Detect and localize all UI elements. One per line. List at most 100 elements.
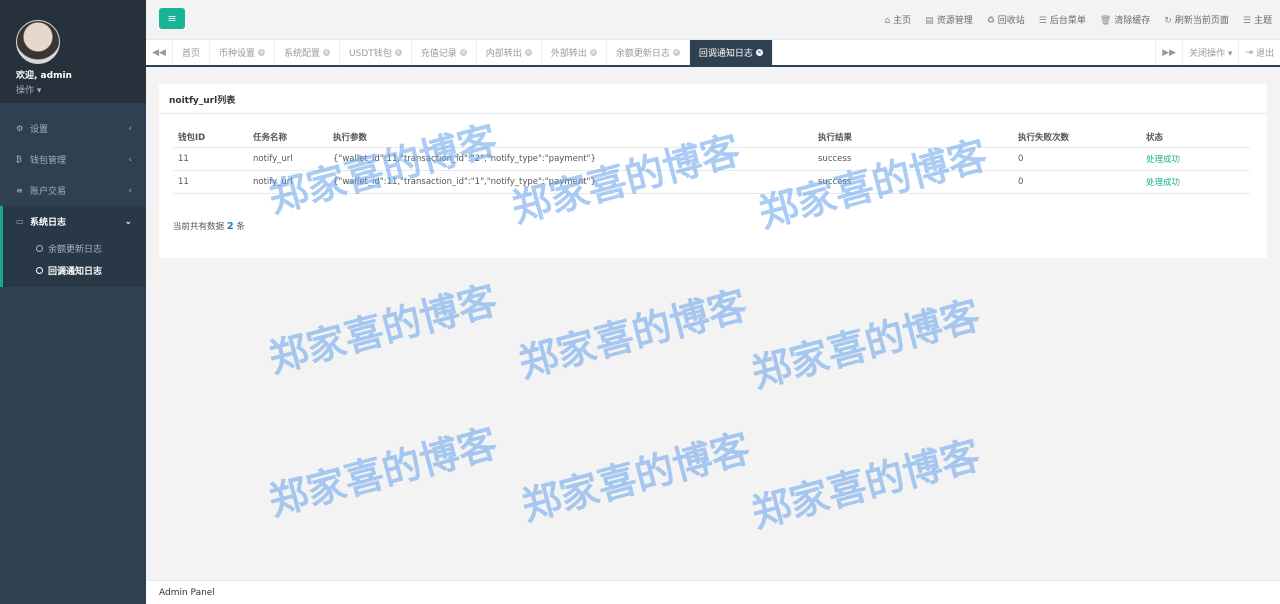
sidebar-toggle-button[interactable]: ≡ — [159, 8, 185, 29]
close-icon[interactable]: × — [258, 49, 266, 56]
tab-label: 系统配置 — [284, 49, 321, 59]
sidebar-subitem-notify-log[interactable]: 回调通知日志 — [3, 259, 146, 281]
cell-status: 处理成功 — [1141, 147, 1250, 171]
tab-label: 余额更新日志 — [615, 49, 670, 59]
trash-icon: 🗑 — [1099, 16, 1112, 26]
forward-icon: ▶▶ — [1162, 47, 1177, 58]
list-icon: ☰ — [1038, 16, 1047, 26]
tab-bar: ◀◀ 首页 币种设置 × 系统配置 × USDT钱包 × 充值记录 × 内部转出 × 外部… — [146, 40, 1280, 67]
link-label: 回收站 — [997, 16, 1025, 26]
tab-recharge[interactable]: 充值记录 × — [412, 40, 477, 65]
chevron-down-icon: ⌄ — [124, 216, 132, 227]
sidebar-item-label: 系统日志 — [30, 218, 67, 228]
link-label: 清除缓存 — [1114, 16, 1151, 26]
total-count-text: 当前共有数据 2 条 — [173, 220, 245, 232]
tab-scroll-right-button[interactable]: ▶▶ — [1155, 40, 1182, 65]
col-header-result[interactable]: 执行结果 — [813, 127, 1013, 148]
link-label: 主题 — [1253, 16, 1272, 26]
tab-usdt-wallet[interactable]: USDT钱包 × — [340, 40, 412, 65]
panel-title: noitfy_url列表 — [159, 84, 1267, 114]
sidebar-item-system-log[interactable]: ▭ 系统日志 ⌄ — [3, 206, 146, 237]
theme-icon: ☰ — [1242, 16, 1251, 26]
close-icon[interactable]: × — [524, 49, 532, 56]
sidebar-subitem-label: 回调通知日志 — [48, 266, 103, 277]
total-suffix: 条 — [236, 222, 245, 232]
chevron-left-icon: ‹ — [128, 123, 132, 134]
col-header-fail-count[interactable]: 执行失败次数 — [1013, 127, 1141, 148]
watermark: 郑家喜的博客 — [264, 421, 503, 526]
recycle-link[interactable]: ♻ 回收站 — [987, 13, 1025, 26]
home-icon: ⌂ — [884, 16, 891, 26]
cell-result: success — [813, 147, 1013, 171]
sidebar-item-label: 账户交易 — [30, 187, 67, 197]
avatar[interactable] — [16, 20, 60, 64]
close-ops-dropdown[interactable]: 关闭操作 ▾ — [1182, 40, 1238, 65]
tab-balance-log[interactable]: 余额更新日志 × — [607, 40, 690, 65]
sidebar-item-settings[interactable]: ⚙ 设置 ‹ — [0, 113, 146, 144]
logout-button[interactable]: ⇥ 退出 — [1238, 40, 1280, 65]
refresh-page-link[interactable]: ↻ 刷新当前页面 — [1164, 13, 1229, 26]
cell-task-name: notify_url — [248, 147, 328, 171]
cell-result: success — [813, 170, 1013, 194]
profile-area: 欢迎, admin 操作 ▾ — [0, 0, 146, 103]
desktop-icon: ▭ — [16, 217, 24, 226]
tab-system-config[interactable]: 系统配置 × — [275, 40, 341, 65]
cell-params: {"wallet_id":11,"transaction_id":"2","no… — [328, 147, 813, 171]
list-icon: ≡ — [16, 186, 23, 195]
close-icon[interactable]: × — [589, 49, 597, 56]
close-icon[interactable]: × — [755, 49, 763, 56]
backward-icon: ◀◀ — [152, 47, 166, 58]
close-icon[interactable]: × — [672, 49, 680, 56]
sidebar-subitem-balance-log[interactable]: 余额更新日志 — [3, 237, 146, 259]
cell-task-name: notify_url — [248, 170, 328, 194]
col-header-task-name[interactable]: 任务名称 — [248, 127, 328, 148]
link-label: 主页 — [893, 16, 912, 26]
table-row[interactable]: 11 notify_url {"wallet_id":11,"transacti… — [173, 147, 1250, 171]
sidebar-item-transactions[interactable]: ≡ 账户交易 ‹ — [0, 175, 146, 206]
col-header-params[interactable]: 执行参数 — [328, 127, 813, 148]
bitcoin-icon: ₿ — [16, 155, 22, 164]
col-header-status[interactable]: 状态 — [1141, 127, 1250, 148]
circle-icon — [36, 266, 43, 274]
close-icon[interactable]: × — [394, 49, 402, 56]
sign-out-icon: ⇥ — [1245, 47, 1253, 58]
tab-label: USDT钱包 — [349, 49, 392, 59]
cell-fail-count: 0 — [1013, 170, 1141, 194]
tab-label: 内部转出 — [485, 49, 522, 59]
recycle-icon: ♻ — [986, 16, 995, 26]
sidebar-menu: ⚙ 设置 ‹ ₿ 钱包管理 ‹ ≡ 账户交易 ‹ ▭ 系统日志 ⌄ 余额更新日志 — [0, 113, 146, 287]
tab-coin-settings[interactable]: 币种设置 × — [210, 40, 276, 65]
clear-cache-link[interactable]: 🗑 清除缓存 — [1100, 13, 1150, 26]
table-header-row: 钱包ID 任务名称 执行参数 执行结果 执行失败次数 状态 — [173, 127, 1250, 148]
file-icon: ▤ — [925, 16, 934, 26]
tab-scroll-left-button[interactable]: ◀◀ — [146, 40, 173, 65]
link-label: 后台菜单 — [1049, 16, 1086, 26]
tab-notify-log[interactable]: 回调通知日志 × — [689, 40, 773, 65]
cell-fail-count: 0 — [1013, 147, 1141, 171]
sidebar-item-wallet[interactable]: ₿ 钱包管理 ‹ — [0, 144, 146, 175]
tab-home[interactable]: 首页 — [173, 40, 211, 65]
tab-right-controls: ▶▶ 关闭操作 ▾ ⇥ 退出 — [1155, 40, 1280, 65]
theme-link[interactable]: ☰ 主题 — [1243, 13, 1272, 26]
footer: Admin Panel — [146, 580, 1280, 604]
sidebar-group-system-log: ▭ 系统日志 ⌄ 余额更新日志 回调通知日志 — [0, 206, 146, 287]
notify-url-panel: noitfy_url列表 钱包ID 任务名称 执行参数 执行结果 执行失败次数 … — [159, 84, 1267, 258]
table-row[interactable]: 11 notify_url {"wallet_id":11,"transacti… — [173, 170, 1250, 194]
sidebar-item-label: 设置 — [30, 125, 49, 135]
refresh-icon: ↻ — [1164, 16, 1172, 26]
cell-status: 处理成功 — [1141, 170, 1250, 194]
watermark: 郑家喜的博客 — [747, 293, 986, 398]
profile-ops-dropdown[interactable]: 操作 ▾ — [16, 83, 146, 96]
close-icon[interactable]: × — [459, 49, 467, 56]
watermark: 郑家喜的博客 — [517, 426, 756, 531]
backend-menu-link[interactable]: ☰ 后台菜单 — [1039, 13, 1086, 26]
home-link[interactable]: ⌂ 主页 — [884, 13, 911, 26]
tabs: 首页 币种设置 × 系统配置 × USDT钱包 × 充值记录 × 内部转出 × 外部转出 ×… — [173, 40, 1155, 65]
tab-external-transfer[interactable]: 外部转出 × — [542, 40, 607, 65]
close-icon[interactable]: × — [323, 49, 331, 56]
col-header-wallet-id[interactable]: 钱包ID — [173, 127, 248, 148]
tab-internal-transfer[interactable]: 内部转出 × — [477, 40, 542, 65]
link-label: 资源管理 — [936, 16, 973, 26]
resource-link[interactable]: ▤ 资源管理 — [925, 13, 973, 26]
notify-table: 钱包ID 任务名称 执行参数 执行结果 执行失败次数 状态 11 notify_… — [173, 127, 1250, 194]
